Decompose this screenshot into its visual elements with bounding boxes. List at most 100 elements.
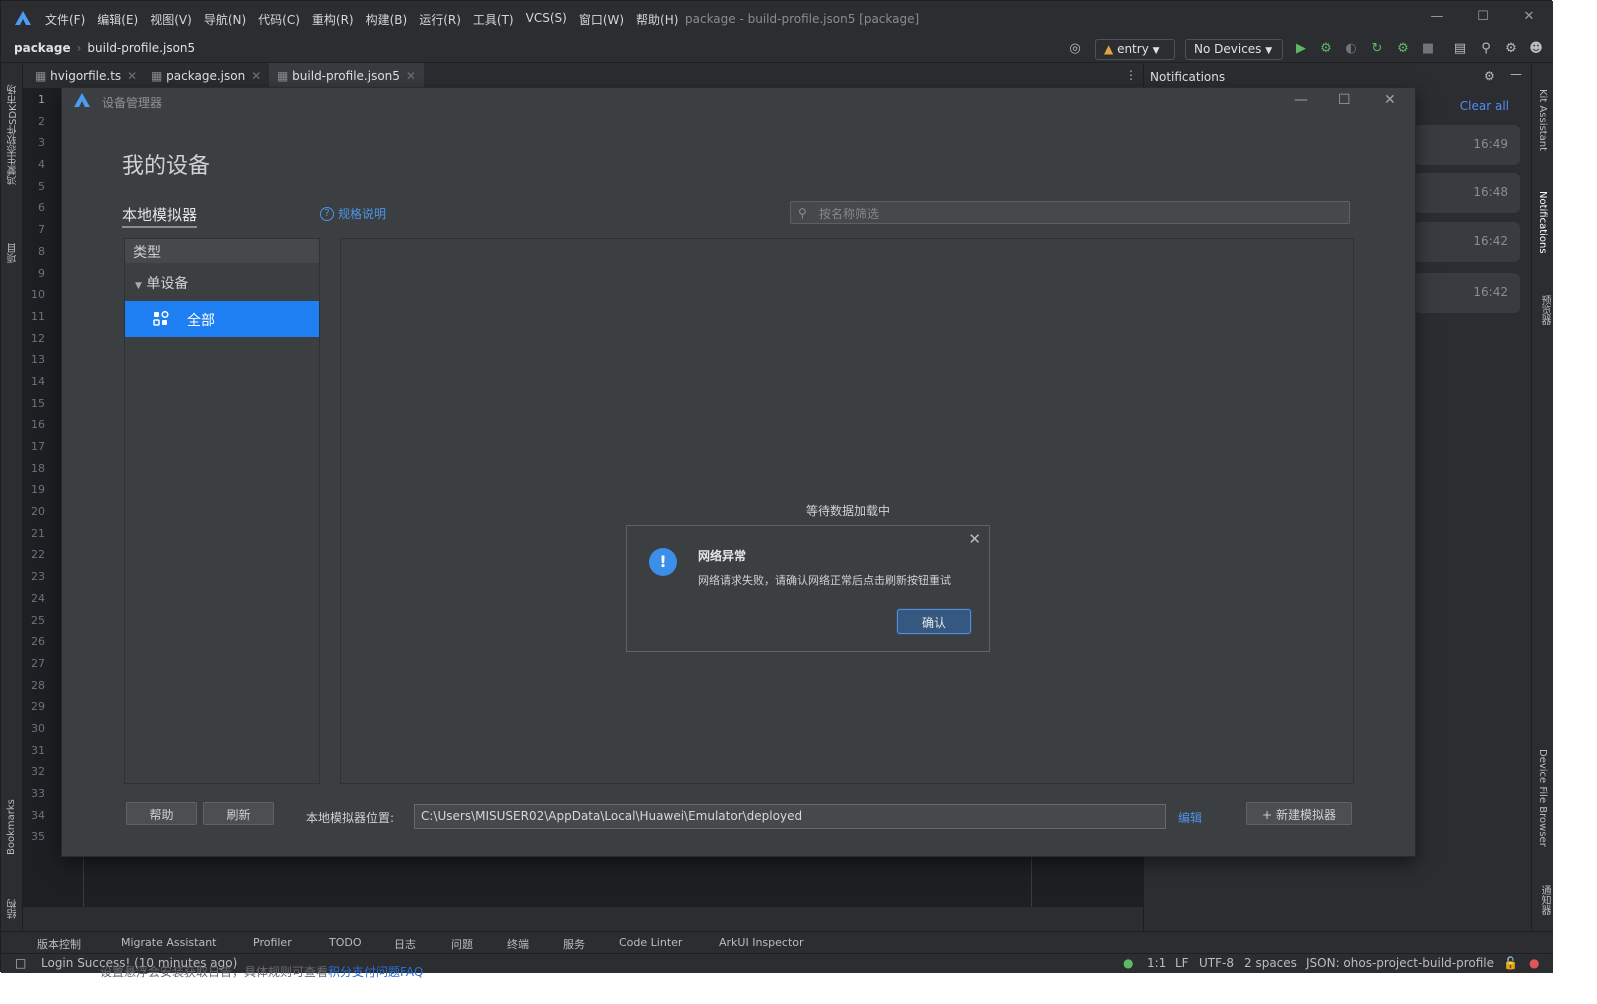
menu-tools[interactable]: 工具(T) bbox=[473, 11, 514, 28]
settings-icon[interactable]: ⚙ bbox=[1484, 69, 1495, 83]
notification-time: 16:48 bbox=[1473, 185, 1508, 199]
notification-card[interactable]: 16:42 bbox=[1414, 273, 1520, 313]
notification-time: 16:42 bbox=[1473, 285, 1508, 299]
lock-icon[interactable]: 🔓 bbox=[1503, 956, 1518, 970]
close-icon[interactable]: ✕ bbox=[968, 530, 981, 548]
device-manager-icon[interactable]: ▤ bbox=[1453, 42, 1467, 56]
notification-card[interactable]: 16:42 bbox=[1414, 222, 1520, 262]
tool-profiler[interactable]: Profiler bbox=[253, 936, 292, 949]
file-icon: ▦ bbox=[35, 69, 47, 83]
tab-hvigorfile[interactable]: ▦ hvigorfile.ts ✕ bbox=[27, 63, 145, 89]
close-tab-icon[interactable]: ✕ bbox=[406, 69, 416, 83]
breadcrumb-project[interactable]: package bbox=[14, 41, 71, 55]
tool-log[interactable]: 日志 bbox=[394, 936, 416, 952]
help-icon: ? bbox=[320, 206, 334, 221]
chevron-down-icon: ▼ bbox=[1152, 46, 1160, 56]
device-dropdown[interactable]: No Devices ▼ bbox=[1185, 39, 1283, 60]
close-icon[interactable]: ✕ bbox=[1519, 9, 1539, 27]
maximize-icon[interactable]: ☐ bbox=[1473, 9, 1493, 27]
single-device-group[interactable]: ▼ 单设备 bbox=[125, 263, 319, 293]
sdk-market-tool[interactable]: 鸿蒙生态软件SDK市场 bbox=[6, 75, 21, 185]
debug-icon[interactable]: ⚙ bbox=[1319, 42, 1333, 56]
menu-window[interactable]: 窗口(W) bbox=[579, 11, 624, 28]
rerun-icon[interactable]: ↻ bbox=[1370, 42, 1384, 56]
category-all[interactable]: 全部 bbox=[125, 301, 319, 337]
file-encoding[interactable]: UTF-8 bbox=[1199, 956, 1234, 970]
project-tool[interactable]: 项目 bbox=[6, 223, 21, 263]
account-icon[interactable]: ☻ bbox=[1529, 42, 1543, 56]
run-icon[interactable]: ▶ bbox=[1294, 42, 1308, 56]
menu-run[interactable]: 运行(R) bbox=[419, 11, 461, 28]
hide-panel-icon[interactable]: — bbox=[1510, 67, 1522, 81]
tool-version-control[interactable]: 版本控制 bbox=[37, 936, 81, 952]
tool-todo[interactable]: TODO bbox=[329, 936, 362, 949]
menu-edit[interactable]: 编辑(E) bbox=[97, 11, 138, 28]
help-button[interactable]: 帮助 bbox=[126, 802, 197, 825]
tool-arkui-inspector[interactable]: ArkUI Inspector bbox=[719, 936, 804, 949]
underlay-link[interactable]: 积分支付问题FAQ bbox=[328, 965, 423, 979]
left-tool-strip: 鸿蒙生态软件SDK市场 项目 Bookmarks 结构 bbox=[1, 63, 23, 931]
notification-card[interactable]: 16:49 bbox=[1414, 125, 1520, 165]
previewer-tool[interactable]: 预览器 bbox=[1537, 295, 1552, 335]
menu-vcs[interactable]: VCS(S) bbox=[526, 11, 567, 28]
more-tabs-icon[interactable]: ⋮ bbox=[1125, 68, 1137, 82]
notification-card[interactable]: 16:48 bbox=[1414, 173, 1520, 213]
tool-migrate-assistant[interactable]: Migrate Assistant bbox=[121, 936, 216, 949]
tool-services[interactable]: 服务 bbox=[563, 936, 585, 952]
tab-build-profile[interactable]: ▦ build-profile.json5 ✕ bbox=[269, 63, 424, 89]
caret-position[interactable]: 1:1 bbox=[1147, 956, 1166, 970]
new-emulator-button[interactable]: + 新建模拟器 bbox=[1246, 802, 1352, 825]
new-emulator-label: 新建模拟器 bbox=[1275, 808, 1336, 822]
refresh-button[interactable]: 刷新 bbox=[203, 802, 274, 825]
underlay-text-body: 设置悬浮会安装获取日告，具体规则可查看 bbox=[100, 965, 329, 979]
notifications-tool[interactable]: Notifications bbox=[1537, 191, 1548, 265]
menu-build[interactable]: 构建(B) bbox=[366, 11, 408, 28]
alert-title: 网络异常 bbox=[698, 549, 747, 563]
tool-terminal[interactable]: 终端 bbox=[507, 936, 529, 952]
tool-code-linter[interactable]: Code Linter bbox=[619, 936, 682, 949]
maximize-icon[interactable]: ☐ bbox=[1338, 92, 1351, 108]
menu-code[interactable]: 代码(C) bbox=[258, 11, 300, 28]
profile-icon[interactable]: ⚙ bbox=[1396, 42, 1410, 56]
menu-view[interactable]: 视图(V) bbox=[150, 11, 192, 28]
close-tab-icon[interactable]: ✕ bbox=[127, 69, 137, 83]
tab-local-emulator[interactable]: 本地模拟器 bbox=[122, 204, 198, 228]
tab-package-json[interactable]: ▦ package.json ✕ bbox=[143, 63, 269, 89]
location-field[interactable]: C:\Users\MISUSER02\AppData\Local\Huawei\… bbox=[414, 804, 1166, 829]
close-tab-icon[interactable]: ✕ bbox=[251, 69, 261, 83]
clear-all-link[interactable]: Clear all bbox=[1460, 99, 1509, 113]
window-title: package - build-profile.json5 [package] bbox=[685, 12, 920, 26]
module-dropdown[interactable]: ▲ entry ▼ bbox=[1095, 39, 1175, 60]
line-separator[interactable]: LF bbox=[1175, 956, 1189, 970]
json-schema[interactable]: JSON: ohos-project-build-profile bbox=[1306, 956, 1494, 970]
menu-navigate[interactable]: 导航(N) bbox=[204, 11, 246, 28]
indent-setting[interactable]: 2 spaces bbox=[1244, 956, 1297, 970]
minimize-icon[interactable]: — bbox=[1427, 9, 1447, 27]
menu-refactor[interactable]: 重构(R) bbox=[312, 11, 354, 28]
search-icon: ⚲ bbox=[798, 206, 807, 220]
bookmarks-tool[interactable]: Bookmarks bbox=[6, 785, 17, 855]
stop-icon[interactable]: ■ bbox=[1421, 42, 1435, 56]
confirm-button[interactable]: 确认 bbox=[897, 609, 971, 634]
edit-link[interactable]: 编辑 bbox=[1178, 809, 1202, 826]
spec-link[interactable]: ? 规格说明 bbox=[320, 205, 386, 222]
settings-icon[interactable]: ⚙ bbox=[1504, 42, 1518, 56]
attach-icon[interactable]: ◐ bbox=[1344, 42, 1358, 56]
menu-file[interactable]: 文件(F) bbox=[45, 11, 85, 28]
minimize-icon[interactable]: — bbox=[1294, 92, 1308, 108]
breadcrumb-file[interactable]: build-profile.json5 bbox=[87, 41, 195, 55]
search-input[interactable]: ⚲ 按名称筛选 bbox=[790, 201, 1350, 224]
tool-problems[interactable]: 问题 bbox=[451, 936, 473, 952]
panel-toggle-icon[interactable]: □ bbox=[15, 956, 26, 970]
notification-time: 16:42 bbox=[1473, 234, 1508, 248]
device-file-browser-tool[interactable]: Device File Browser bbox=[1537, 749, 1548, 853]
notifier-tool[interactable]: 通知器 bbox=[1537, 885, 1552, 925]
target-icon[interactable]: ◎ bbox=[1068, 42, 1082, 56]
menu-help[interactable]: 帮助(H) bbox=[636, 11, 678, 28]
close-icon[interactable]: ✕ bbox=[1384, 92, 1396, 108]
app-logo-icon bbox=[15, 11, 31, 25]
structure-tool[interactable]: 结构 bbox=[6, 879, 21, 919]
kit-assistant-tool[interactable]: Kit Assistant bbox=[1537, 89, 1548, 159]
search-icon[interactable]: ⚲ bbox=[1479, 42, 1493, 56]
error-icon[interactable]: ● bbox=[1529, 956, 1539, 970]
